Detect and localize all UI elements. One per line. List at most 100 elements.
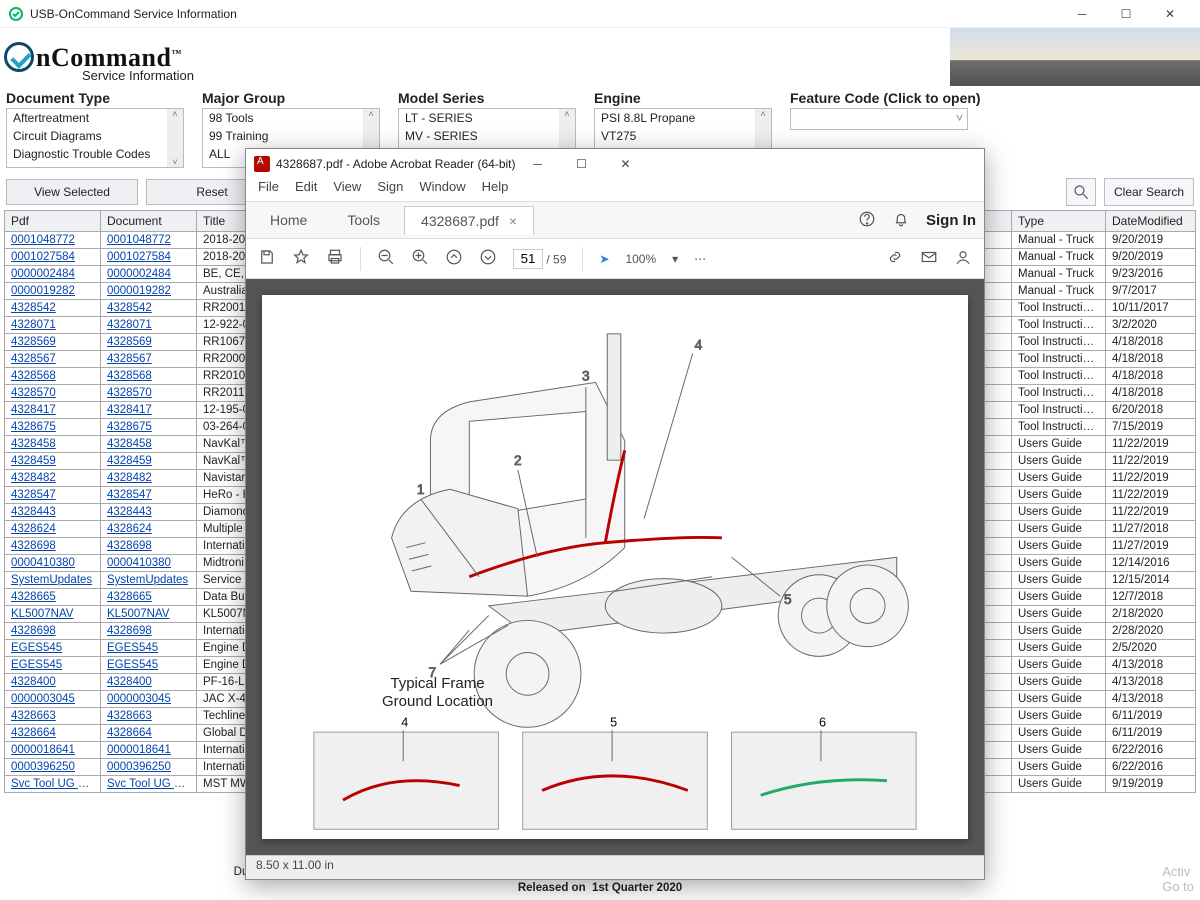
col-type[interactable]: Type [1012,211,1106,232]
cell-pdf[interactable]: 4328675 [5,419,101,436]
cell-doc[interactable]: 4328482 [101,470,197,487]
cell-doc[interactable]: Svc Tool UG Deale [101,776,197,793]
cell-pdf[interactable]: 0000003045 [5,691,101,708]
cell-doc[interactable]: 0000410380 [101,555,197,572]
cell-doc[interactable]: EGES545 [101,657,197,674]
share-link-icon[interactable] [886,248,904,269]
mail-icon[interactable] [920,248,938,269]
cell-doc[interactable]: 4328663 [101,708,197,725]
cell-doc[interactable]: 0001048772 [101,232,197,249]
cell-pdf[interactable]: EGES545 [5,657,101,674]
cell-pdf[interactable]: 4328664 [5,725,101,742]
reader-menu-view[interactable]: View [333,179,361,201]
cell-doc[interactable]: 4328570 [101,385,197,402]
cell-pdf[interactable]: 4328547 [5,487,101,504]
cell-doc[interactable]: 4328698 [101,623,197,640]
pointer-icon[interactable]: ➤ [599,252,609,266]
cell-doc[interactable]: 4328542 [101,300,197,317]
col-doc[interactable]: Document [101,211,197,232]
cell-doc[interactable]: 4328675 [101,419,197,436]
cell-pdf[interactable]: 4328458 [5,436,101,453]
star-icon[interactable] [292,248,310,269]
reader-menu-edit[interactable]: Edit [295,179,317,201]
cell-doc[interactable]: SystemUpdates [101,572,197,589]
cell-pdf[interactable]: 0000019282 [5,283,101,300]
cell-pdf[interactable]: 0000002484 [5,266,101,283]
cell-pdf[interactable]: KL5007NAV [5,606,101,623]
zoom-value[interactable]: 100% [625,252,656,266]
reader-close-button[interactable]: ✕ [604,150,648,178]
clear-search-button[interactable]: Clear Search [1104,178,1194,206]
reader-tab-home[interactable]: Home [254,206,323,234]
cell-pdf[interactable]: 0000410380 [5,555,101,572]
close-button[interactable]: ✕ [1148,0,1192,28]
cell-doc[interactable]: 4328698 [101,538,197,555]
cell-doc[interactable]: 4328569 [101,334,197,351]
filter-doctype-list[interactable]: Aftertreatment Circuit Diagrams Diagnost… [6,108,184,168]
cell-pdf[interactable]: 4328624 [5,521,101,538]
cell-pdf[interactable]: 0000018641 [5,742,101,759]
cell-doc[interactable]: 4328459 [101,453,197,470]
cell-doc[interactable]: 4328400 [101,674,197,691]
search-icon[interactable] [1066,178,1096,206]
reader-maximize-button[interactable]: ☐ [560,150,604,178]
cell-pdf[interactable]: 4328569 [5,334,101,351]
cell-doc[interactable]: 4328443 [101,504,197,521]
cell-doc[interactable]: KL5007NAV [101,606,197,623]
zoom-out-icon[interactable] [377,248,395,269]
cell-pdf[interactable]: 4328417 [5,402,101,419]
reader-tab-document[interactable]: 4328687.pdf× [404,206,534,235]
cell-pdf[interactable]: EGES545 [5,640,101,657]
reader-minimize-button[interactable]: ─ [516,150,560,178]
cell-pdf[interactable]: 0001027584 [5,249,101,266]
filter-feature-input[interactable]: ˅ [790,108,968,130]
maximize-button[interactable]: ☐ [1104,0,1148,28]
cell-pdf[interactable]: 4328071 [5,317,101,334]
cell-doc[interactable]: 4328547 [101,487,197,504]
cell-doc[interactable]: 4328664 [101,725,197,742]
account-icon[interactable] [954,248,972,269]
minimize-button[interactable]: ─ [1060,0,1104,28]
reader-page-area[interactable]: 1 2 3 4 5 7 4 5 [246,279,984,855]
cell-doc[interactable]: 0000018641 [101,742,197,759]
cell-doc[interactable]: 4328458 [101,436,197,453]
cell-doc[interactable]: 0001027584 [101,249,197,266]
zoom-in-icon[interactable] [411,248,429,269]
cell-pdf[interactable]: 4328698 [5,623,101,640]
reader-tab-tools[interactable]: Tools [331,206,396,234]
cell-pdf[interactable]: 4328567 [5,351,101,368]
reader-menu-file[interactable]: File [258,179,279,201]
cell-doc[interactable]: 4328567 [101,351,197,368]
cell-pdf[interactable]: 4328400 [5,674,101,691]
cell-doc[interactable]: 0000002484 [101,266,197,283]
cell-pdf[interactable]: SystemUpdates [5,572,101,589]
cell-pdf[interactable]: 4328570 [5,385,101,402]
cell-pdf[interactable]: 0001048772 [5,232,101,249]
cell-pdf[interactable]: 4328665 [5,589,101,606]
cell-pdf[interactable]: 4328542 [5,300,101,317]
cell-pdf[interactable]: Svc Tool UG Deale [5,776,101,793]
page-down-icon[interactable] [479,248,497,269]
col-date[interactable]: DateModified [1106,211,1196,232]
help-icon[interactable] [858,210,876,231]
cell-doc[interactable]: 4328417 [101,402,197,419]
view-selected-button[interactable]: View Selected [6,179,138,205]
reader-menu-help[interactable]: Help [482,179,509,201]
zoom-dropdown-icon[interactable]: ▾ [672,252,678,266]
reader-menu-window[interactable]: Window [419,179,465,201]
cell-pdf[interactable]: 4328568 [5,368,101,385]
reader-menu-sign[interactable]: Sign [377,179,403,201]
cell-doc[interactable]: 4328624 [101,521,197,538]
cell-doc[interactable]: 0000396250 [101,759,197,776]
cell-pdf[interactable]: 4328459 [5,453,101,470]
print-icon[interactable] [326,248,344,269]
cell-pdf[interactable]: 4328443 [5,504,101,521]
reader-tab-close-icon[interactable]: × [509,213,517,229]
cell-doc[interactable]: 4328665 [101,589,197,606]
cell-doc[interactable]: 4328568 [101,368,197,385]
cell-doc[interactable]: 4328071 [101,317,197,334]
cell-pdf[interactable]: 0000396250 [5,759,101,776]
col-pdf[interactable]: Pdf [5,211,101,232]
cell-doc[interactable]: EGES545 [101,640,197,657]
save-icon[interactable] [258,248,276,269]
